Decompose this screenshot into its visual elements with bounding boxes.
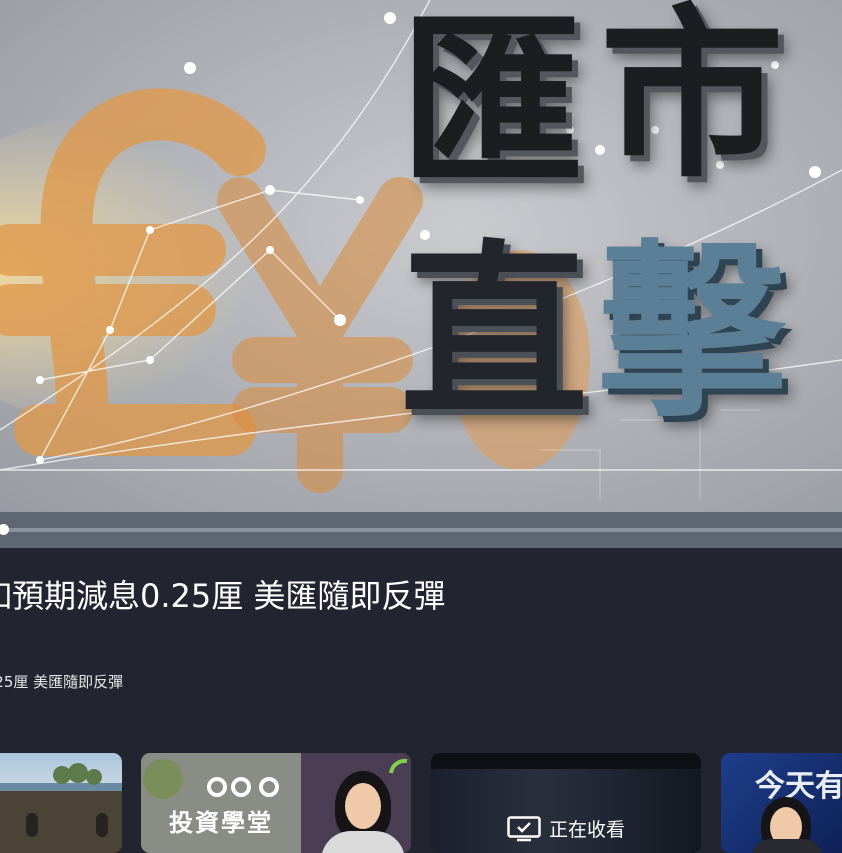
thumbnail-caption: 投資學堂 (169, 809, 273, 837)
related-video-thumbnail[interactable]: 今天有 (721, 753, 842, 853)
now-watching-badge: 正在收看 (507, 815, 625, 842)
video-logo-char: 擊 (598, 224, 786, 443)
related-video-thumbnail[interactable]: 投資學堂 (141, 753, 411, 853)
video-player[interactable]: 匯 市 直 擊 (0, 0, 842, 548)
thumbnail-caption: 今天有 (755, 769, 842, 804)
video-description: 0.25厘 美匯隨即反彈 (0, 673, 124, 691)
video-logo-char: 匯 (400, 0, 585, 211)
video-frame[interactable]: 匯 市 直 擊 (0, 0, 842, 512)
progress-bar[interactable] (0, 528, 842, 532)
related-video-thumbnail[interactable] (0, 753, 122, 853)
video-logo-char: 直 (400, 224, 588, 443)
progress-handle[interactable] (0, 524, 9, 535)
related-video-thumbnail-current[interactable]: 正在收看 (431, 753, 701, 853)
video-title: 如預期減息0.25厘 美匯隨即反彈 (0, 577, 446, 615)
thumbnail-image (0, 763, 122, 853)
tv-check-icon (507, 815, 541, 841)
presenter-body (751, 839, 823, 853)
player-control-bar (0, 512, 842, 548)
presenter-face (345, 783, 381, 829)
now-watching-label: 正在收看 (549, 819, 626, 841)
video-logo-char: 市 (600, 0, 785, 203)
